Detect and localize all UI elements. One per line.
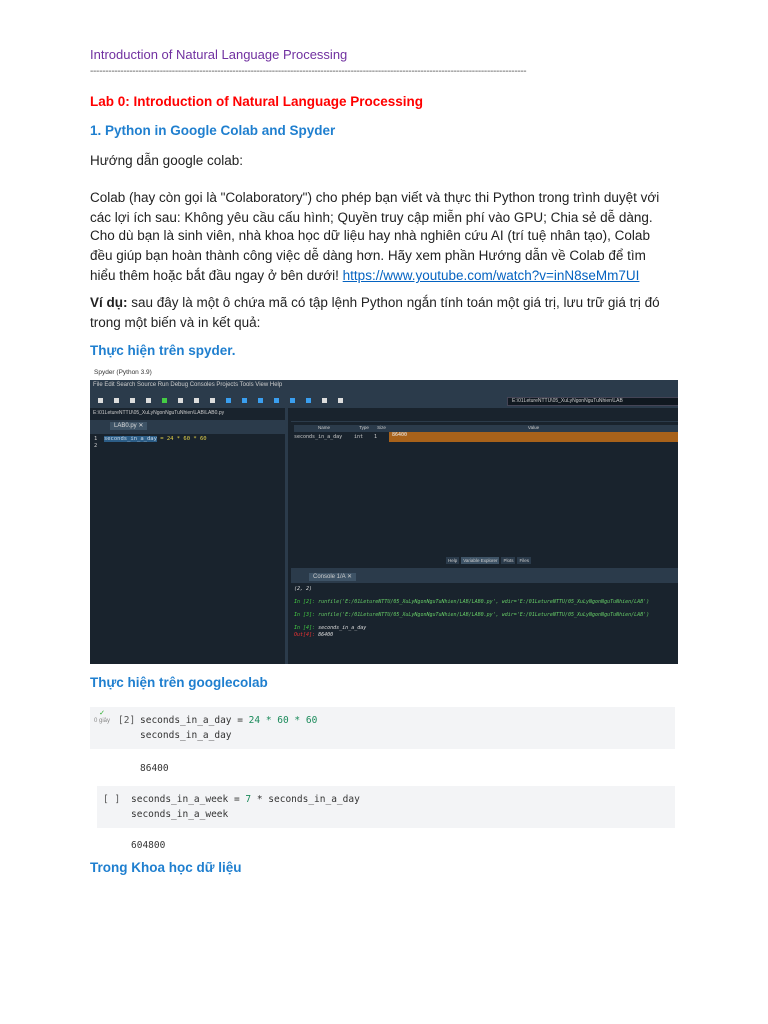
example-text: sau đây là một ô chứa mã có tập lệnh Pyt…	[90, 295, 660, 330]
guide-text: Hướng dẫn google colab:	[90, 153, 243, 168]
spyder-title: Spyder (Python 3.9)	[90, 367, 678, 380]
console-line: In [2]: runfile('E:/01LetureNTTU/05_XuLy…	[294, 599, 650, 605]
cell-output: 604800	[131, 840, 166, 851]
spyder-screenshot: Spyder (Python 3.9) File Edit Search Sou…	[90, 367, 678, 664]
console-line: (2, 2)	[294, 586, 313, 592]
spyder-heading: Thực hiện trên spyder.	[90, 343, 236, 358]
colab-heading: Thực hiện trên googlecolab	[90, 675, 268, 690]
working-dir-field: E:\01LetureNTTU\05_XuLyNgonNguTuNhien\LA…	[507, 397, 678, 406]
file-path: E:\01LetureNTTU\05_XuLyNgonNguTuNhien\LA…	[90, 408, 285, 420]
spyder-menu: File Edit Search Source Run Debug Consol…	[90, 380, 678, 392]
example-label: Ví dụ:	[90, 295, 128, 310]
editor-tab: LAB0.py ✕	[110, 422, 148, 430]
editor-pane: E:\01LetureNTTU\05_XuLyNgonNguTuNhien\LA…	[90, 408, 288, 664]
console-tab: Console 1/A ✕	[309, 573, 357, 581]
code-expression: = 24 * 60 * 60	[156, 436, 207, 442]
run-status: ✓ 0 giây	[94, 710, 111, 724]
colab-cell-1[interactable]: ✓ 0 giây [2] seconds_in_a_day = 24 * 60 * …	[90, 707, 675, 774]
ipython-console: Console 1/A ✕ (2, 2) In [2]: runfile('E:/…	[291, 568, 678, 664]
code-variable: seconds_in_a_day	[103, 436, 157, 442]
page-header: Introduction of Natural Language Process…	[90, 47, 348, 62]
variable-row: seconds_in_a_day int 1 86400	[294, 432, 678, 442]
console-line: Out[4]: 86400	[294, 632, 334, 638]
lab-title: Lab 0: Introduction of Natural Language …	[90, 94, 424, 109]
youtube-link[interactable]: https://www.youtube.com/watch?v=inN8seMm…	[343, 268, 640, 283]
header-divider: ----------------------------------------…	[90, 66, 527, 77]
cell-output: 86400	[140, 763, 169, 774]
example-paragraph: Ví dụ: sau đây là một ô chứa mã có tập l…	[90, 293, 675, 333]
section-heading: 1. Python in Google Colab and Spyder	[90, 123, 336, 138]
data-science-heading: Trong Khoa học dữ liệu	[90, 860, 242, 875]
console-line: In [4]: seconds_in_a_day	[294, 625, 367, 631]
console-line: In [3]: runfile('E:/01LetureNTTU/05_XuLy…	[294, 612, 650, 618]
variable-explorer: Name Type Size Value seconds_in_a_day int 1 86…	[291, 408, 678, 664]
colab-cell-2[interactable]: [ ] seconds_in_a_week = 7 * seconds_in_a_…	[97, 786, 675, 851]
student-paragraph: Cho dù bạn là sinh viên, nhà khoa học dữ…	[90, 226, 675, 286]
colab-paragraph: Colab (hay còn gọi là "Colaboratory") ch…	[90, 190, 660, 225]
